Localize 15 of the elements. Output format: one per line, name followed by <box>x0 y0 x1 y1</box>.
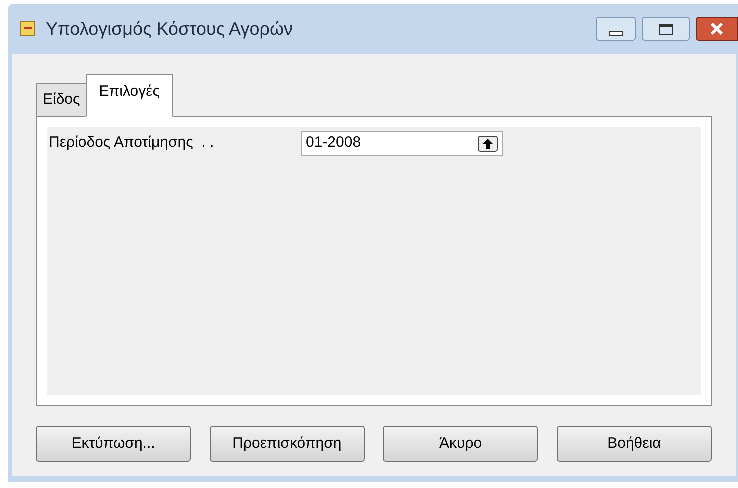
close-icon <box>710 23 724 35</box>
dialog-button[interactable]: Εκτύπωση... <box>36 426 191 462</box>
tab[interactable]: Επιλογές <box>86 74 173 117</box>
close-button[interactable] <box>696 17 738 41</box>
form-icon <box>20 21 36 37</box>
dialog-button[interactable]: Βοήθεια <box>556 426 712 462</box>
maximize-button[interactable] <box>642 17 690 41</box>
window-title: Υπολογισμός Κόστους Αγορών <box>46 18 294 41</box>
dialog-button[interactable]: Προεπισκόπηση <box>210 426 365 462</box>
field-value: 01-2008 <box>306 133 362 154</box>
period-field[interactable]: 01-2008 <box>301 131 503 156</box>
field-label: Περίοδος Αποτίμησης . . <box>49 133 216 154</box>
minimize-button[interactable] <box>596 17 636 41</box>
tab[interactable]: Είδος <box>36 83 86 117</box>
dialog-button[interactable]: Άκυρο <box>383 426 538 462</box>
